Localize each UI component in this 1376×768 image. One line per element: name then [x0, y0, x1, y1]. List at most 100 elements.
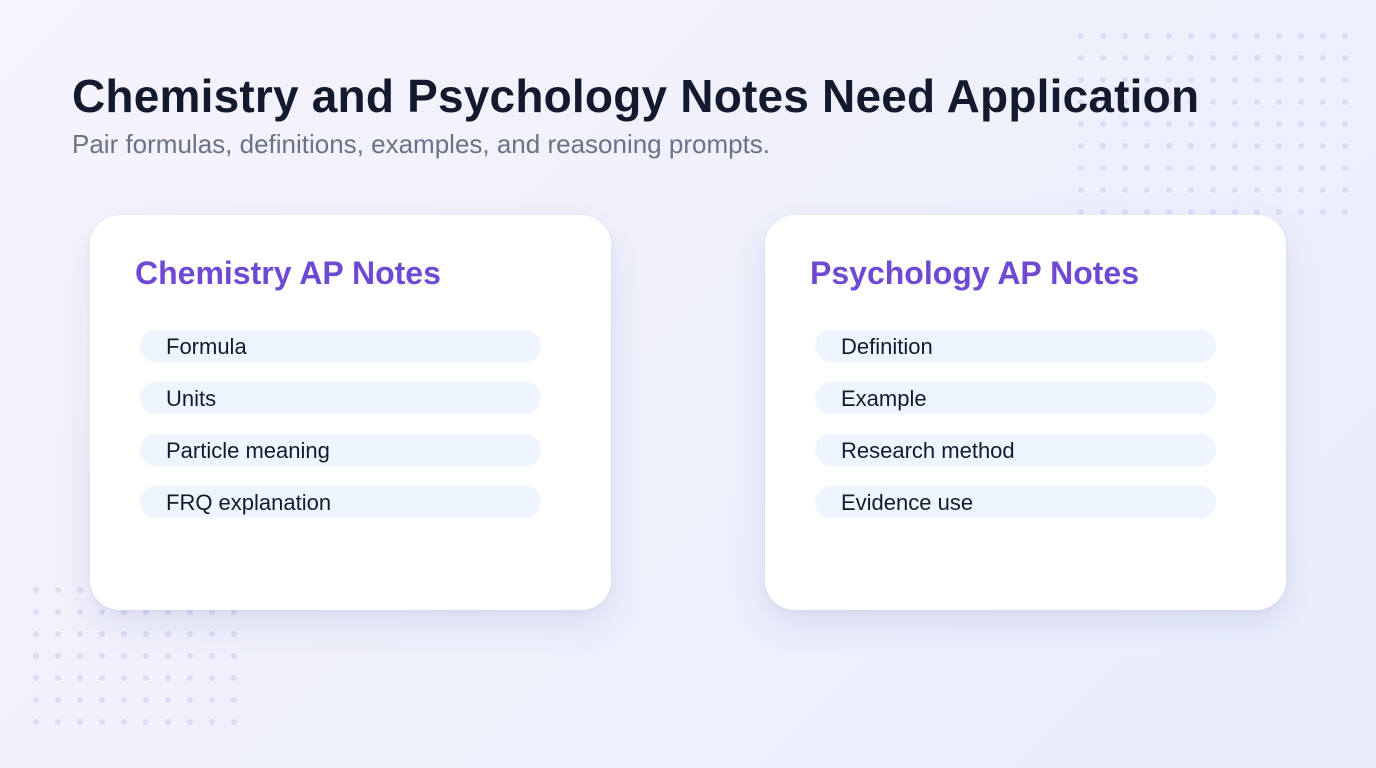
- decorative-dot: [1144, 33, 1150, 39]
- decorative-dot: [209, 719, 215, 725]
- decorative-dot: [187, 719, 193, 725]
- chemistry-notes-list: Formula Units Particle meaning FRQ expla…: [140, 330, 541, 538]
- decorative-dot: [77, 719, 83, 725]
- decorative-dot: [55, 609, 61, 615]
- card-title: Psychology AP Notes: [810, 255, 1139, 291]
- decorative-dot: [1254, 33, 1260, 39]
- decorative-dot: [1320, 77, 1326, 83]
- decorative-dot: [121, 675, 127, 681]
- decorative-dot: [33, 609, 39, 615]
- decorative-dot: [1298, 165, 1304, 171]
- decorative-dot: [1342, 143, 1348, 149]
- decorative-dot: [1320, 143, 1326, 149]
- decorative-dot: [33, 587, 39, 593]
- decorative-dot: [1320, 165, 1326, 171]
- decorative-dot: [1210, 165, 1216, 171]
- decorative-dot: [33, 697, 39, 703]
- decorative-dot: [121, 719, 127, 725]
- decorative-dot: [1144, 165, 1150, 171]
- decorative-dot: [121, 653, 127, 659]
- decorative-dot: [1276, 55, 1282, 61]
- decorative-dot: [1188, 55, 1194, 61]
- page-header: Chemistry and Psychology Notes Need Appl…: [72, 68, 1302, 160]
- decorative-dot: [1276, 187, 1282, 193]
- decorative-dot: [1078, 55, 1084, 61]
- decorative-dot: [1254, 55, 1260, 61]
- decorative-dot: [55, 675, 61, 681]
- chemistry-notes-card: Chemistry AP Notes Formula Units Particl…: [90, 215, 611, 610]
- decorative-dot: [187, 631, 193, 637]
- decorative-dot: [1100, 187, 1106, 193]
- decorative-dot: [209, 631, 215, 637]
- decorative-dot: [77, 631, 83, 637]
- decorative-dot: [1122, 187, 1128, 193]
- decorative-dot: [1298, 33, 1304, 39]
- decorative-dot: [33, 675, 39, 681]
- decorative-dot: [1188, 165, 1194, 171]
- decorative-dot: [1298, 187, 1304, 193]
- decorative-dot: [165, 631, 171, 637]
- decorative-dot: [1320, 121, 1326, 127]
- decorative-dot: [1320, 55, 1326, 61]
- decorative-dot: [99, 653, 105, 659]
- list-item: Definition: [815, 330, 1216, 362]
- decorative-dot: [1078, 187, 1084, 193]
- decorative-dot: [1078, 33, 1084, 39]
- decorative-dot: [1232, 187, 1238, 193]
- decorative-dot: [33, 653, 39, 659]
- decorative-dot: [1166, 187, 1172, 193]
- decorative-dot: [187, 653, 193, 659]
- decorative-dot: [1210, 187, 1216, 193]
- decorative-dot: [1342, 209, 1348, 215]
- decorative-dot: [1254, 165, 1260, 171]
- decorative-dot: [1254, 187, 1260, 193]
- page-subtitle: Pair formulas, definitions, examples, an…: [72, 129, 771, 159]
- decorative-dot: [165, 719, 171, 725]
- decorative-dot: [1276, 209, 1282, 215]
- decorative-dot: [1166, 33, 1172, 39]
- decorative-dot: [165, 697, 171, 703]
- decorative-dot: [187, 697, 193, 703]
- decorative-dot: [77, 653, 83, 659]
- psychology-notes-card: Psychology AP Notes Definition Example R…: [765, 215, 1286, 610]
- decorative-dot: [1166, 165, 1172, 171]
- decorative-dot: [1320, 33, 1326, 39]
- decorative-dot: [77, 697, 83, 703]
- decorative-dot: [1188, 33, 1194, 39]
- list-item: Units: [140, 382, 541, 414]
- decorative-dot: [1276, 33, 1282, 39]
- decorative-dot: [231, 631, 237, 637]
- decorative-dot: [1342, 165, 1348, 171]
- decorative-dot: [99, 609, 105, 615]
- decorative-dot: [99, 631, 105, 637]
- decorative-dot: [1320, 187, 1326, 193]
- decorative-dot: [77, 675, 83, 681]
- decorative-dot: [121, 631, 127, 637]
- decorative-dot: [1188, 187, 1194, 193]
- decorative-dot: [1210, 33, 1216, 39]
- decorative-dot: [143, 653, 149, 659]
- decorative-dot: [77, 609, 83, 615]
- decorative-dot: [1320, 209, 1326, 215]
- decorative-dot: [33, 631, 39, 637]
- decorative-dot: [1320, 99, 1326, 105]
- decorative-dot: [55, 587, 61, 593]
- decorative-dot: [1342, 33, 1348, 39]
- decorative-dot: [1342, 55, 1348, 61]
- decorative-dot: [1122, 55, 1128, 61]
- decorative-dot: [99, 675, 105, 681]
- decorative-dot: [1078, 165, 1084, 171]
- decorative-dot: [231, 697, 237, 703]
- decorative-dot: [143, 675, 149, 681]
- decorative-dot: [143, 697, 149, 703]
- decorative-dot: [55, 697, 61, 703]
- decorative-dot: [77, 587, 83, 593]
- decorative-dot: [143, 631, 149, 637]
- list-item: FRQ explanation: [140, 486, 541, 518]
- list-item: Example: [815, 382, 1216, 414]
- decorative-dot: [99, 719, 105, 725]
- decorative-dot: [1144, 187, 1150, 193]
- decorative-dot: [231, 719, 237, 725]
- list-item: Formula: [140, 330, 541, 362]
- decorative-dot: [1166, 55, 1172, 61]
